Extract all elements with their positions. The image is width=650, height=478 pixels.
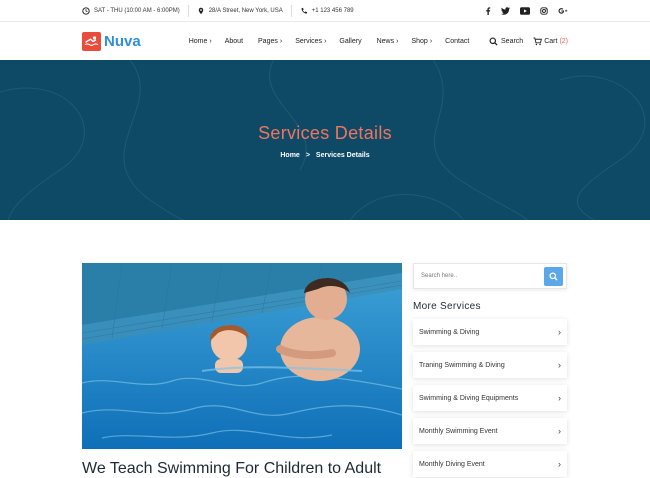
search-button[interactable]: Search	[489, 36, 524, 46]
twitter-icon[interactable]	[501, 6, 510, 15]
divider	[290, 4, 292, 17]
sidebar-search-input[interactable]: Search here..	[413, 263, 567, 289]
service-link-equipments[interactable]: Swimming & Diving Equipments ›	[413, 385, 567, 411]
main-nav: Nuva Home › About Pages › Services › Galler…	[0, 22, 650, 60]
hours-text: SAT - THU (10:00 AM - 6:00PM)	[94, 7, 180, 14]
instagram-icon[interactable]	[540, 6, 548, 15]
service-photo	[82, 263, 402, 449]
social-links	[485, 6, 568, 15]
service-link-label: Swimming & Diving	[419, 328, 480, 336]
chevron-right-icon: ›	[558, 327, 561, 337]
logo-text: Nuva	[104, 32, 141, 50]
top-info-bar: SAT - THU (10:00 AM - 6:00PM) 28/A Stree…	[0, 0, 650, 22]
breadcrumb-home-link[interactable]: Home	[280, 152, 299, 159]
cart-count-badge: (2)	[559, 37, 568, 45]
google-plus-icon[interactable]	[558, 7, 568, 15]
address-text: 28/A Street, New York, USA	[208, 7, 283, 14]
nav-item-label: Contact	[445, 37, 470, 45]
search-icon	[489, 36, 498, 46]
chevron-right-icon: ›	[429, 37, 433, 45]
sidebar: Search here.. More Services Swimming & D…	[413, 263, 567, 477]
youtube-icon[interactable]	[520, 6, 530, 15]
cart-icon	[533, 36, 543, 45]
chevron-right-icon: ›	[558, 360, 561, 370]
nav-item-services[interactable]: Services ›	[295, 38, 326, 45]
hours-info: SAT - THU (10:00 AM - 6:00PM)	[82, 6, 180, 15]
chevron-right-icon: ›	[558, 459, 561, 469]
service-link-label: Swimming & Diving Equipments	[419, 394, 519, 402]
nav-item-label: Services	[295, 37, 323, 45]
chevron-right-icon: ›	[396, 37, 399, 45]
nav-item-contact[interactable]: Contact	[445, 38, 471, 45]
chevron-right-icon: ›	[209, 37, 212, 45]
nav-item-label: News	[376, 37, 395, 45]
logo[interactable]: Nuva	[82, 31, 141, 51]
nav-item-gallery[interactable]: Gallery	[339, 38, 363, 45]
more-services-title: More Services	[413, 301, 481, 312]
phone-info: +1 123 456 789	[300, 7, 354, 15]
service-link-swimming-diving[interactable]: Swimming & Diving ›	[413, 319, 567, 345]
address-info: 28/A Street, New York, USA	[197, 7, 283, 15]
search-icon	[549, 272, 558, 281]
nav-item-pages[interactable]: Pages ›	[258, 38, 282, 45]
search-label: Search	[501, 37, 524, 45]
nav-item-shop[interactable]: Shop ›	[411, 38, 432, 45]
nav-item-label: Home	[188, 37, 208, 45]
cart-label: Cart	[544, 37, 558, 45]
nav-item-label: Gallery	[339, 37, 362, 45]
phone-icon	[301, 7, 307, 14]
map-pin-icon	[198, 7, 203, 14]
chevron-right-icon: ›	[279, 37, 283, 45]
sidebar-search-button[interactable]	[544, 267, 563, 286]
breadcrumb-separator: >	[305, 152, 310, 159]
clock-icon	[82, 6, 90, 15]
nav-actions: Search Cart (2)	[489, 36, 568, 46]
nav-item-about[interactable]: About	[225, 38, 245, 45]
page-hero: Services Details Home > Services Details	[0, 60, 650, 220]
nav-item-label: Shop	[411, 37, 428, 45]
service-link-monthly-swimming[interactable]: Monthly Swimming Event ›	[413, 418, 567, 444]
service-link-label: Traning Swimming & Diving	[419, 361, 505, 369]
nav-item-news[interactable]: News ›	[377, 38, 399, 45]
facebook-icon[interactable]	[485, 6, 491, 15]
swimmer-logo-icon	[82, 31, 101, 51]
service-link-training[interactable]: Traning Swimming & Diving ›	[413, 352, 567, 378]
service-heading: We Teach Swimming For Children to Adult	[82, 460, 382, 477]
search-placeholder: Search here..	[421, 273, 458, 279]
nav-item-label: About	[224, 37, 244, 45]
chevron-right-icon: ›	[558, 393, 561, 403]
page-title: Services Details	[258, 123, 392, 143]
cart-button[interactable]: Cart (2)	[533, 36, 568, 46]
phone-text: +1 123 456 789	[311, 7, 354, 14]
service-link-label: Monthly Diving Event	[419, 460, 485, 468]
breadcrumb-current: Services Details	[315, 152, 370, 159]
breadcrumb: Home > Services Details	[0, 152, 650, 159]
service-link-label: Monthly Swimming Event	[419, 427, 498, 435]
chevron-right-icon: ›	[324, 37, 327, 45]
nav-item-home[interactable]: Home ›	[189, 38, 212, 45]
nav-item-label: Pages	[258, 37, 278, 45]
chevron-right-icon: ›	[558, 426, 561, 436]
divider	[187, 4, 189, 17]
nav-menu: Home › About Pages › Services › Gallery New…	[189, 38, 485, 45]
service-link-monthly-diving[interactable]: Monthly Diving Event ›	[413, 451, 567, 477]
